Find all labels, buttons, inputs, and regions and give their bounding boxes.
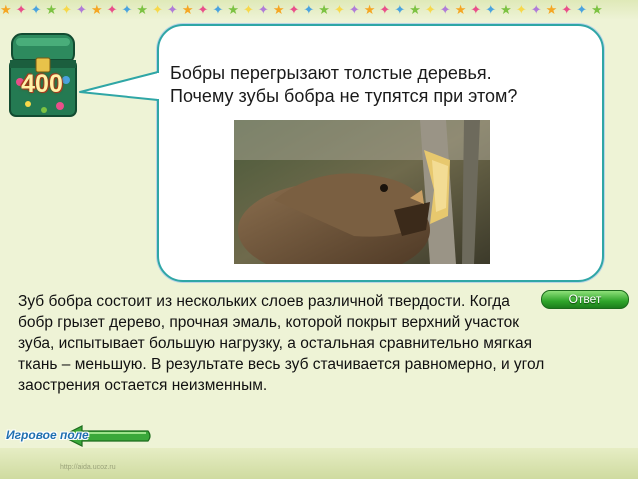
star-decoration-icon: ✦ xyxy=(439,2,455,17)
star-decoration-icon: ★ xyxy=(409,2,425,17)
star-decoration-icon: ✦ xyxy=(515,2,531,17)
source-url: http://aida.ucoz.ru xyxy=(60,464,116,471)
star-decoration-icon: ✦ xyxy=(348,2,364,17)
star-decoration-icon: ★ xyxy=(591,2,607,17)
star-decoration-icon: ✦ xyxy=(303,2,319,17)
game-board-link[interactable]: Игровое поле xyxy=(6,428,89,442)
star-decoration-icon: ✦ xyxy=(15,2,31,17)
star-decoration-icon: ✦ xyxy=(106,2,122,17)
star-decoration-icon: ✦ xyxy=(530,2,546,17)
star-decoration-icon: ✦ xyxy=(470,2,486,17)
star-decoration-icon: ★ xyxy=(272,2,289,17)
star-decoration-icon: ★ xyxy=(227,2,243,17)
score-value[interactable]: 400 xyxy=(10,70,74,99)
star-decoration-icon: ✦ xyxy=(485,2,501,17)
star-decoration-icon: ✦ xyxy=(561,2,577,17)
star-decoration-icon: ✦ xyxy=(166,2,182,17)
star-decoration-icon: ✦ xyxy=(197,2,213,17)
beaver-photo xyxy=(234,120,490,264)
question-line-1: Бобры перегрызают толстые деревья. xyxy=(170,63,492,83)
star-decoration-icon: ★ xyxy=(545,2,562,17)
star-decoration-icon: ✦ xyxy=(576,2,592,17)
star-decoration-icon: ★ xyxy=(45,2,62,17)
star-decoration-icon: ★ xyxy=(363,2,380,17)
star-decoration-icon: ★ xyxy=(181,2,198,17)
star-decoration-icon: ✦ xyxy=(333,2,349,17)
star-decoration-icon: ✦ xyxy=(61,2,77,17)
star-decoration-icon: ★ xyxy=(454,2,471,17)
star-decoration-icon: ✦ xyxy=(212,2,228,17)
answer-button[interactable]: Ответ xyxy=(541,290,629,309)
star-decoration-icon: ✦ xyxy=(424,2,440,17)
star-decoration-icon: ✦ xyxy=(394,2,410,17)
question-line-2: Почему зубы бобра не тупятся при этом? xyxy=(170,86,518,106)
star-decoration-icon: ★ xyxy=(318,2,334,17)
star-decoration-icon: ✦ xyxy=(379,2,395,17)
star-decoration-icon: ✦ xyxy=(76,2,91,17)
star-decoration-icon: ★ xyxy=(136,2,153,17)
star-decoration-icon: ✦ xyxy=(121,2,137,17)
header-star-border: ★✦✦★✦✦★✦✦★✦✦★✦✦★✦✦★✦✦★✦✦★✦✦★✦✦★✦✦★✦✦★✦✦★ xyxy=(0,0,638,20)
star-decoration-icon: ✦ xyxy=(257,2,273,17)
star-decoration-icon: ★ xyxy=(500,2,516,17)
question-text: Бобры перегрызают толстые деревья. Почем… xyxy=(170,62,590,108)
star-decoration-icon: ✦ xyxy=(288,2,304,17)
star-decoration-icon: ✦ xyxy=(30,2,46,17)
star-decoration-icon: ✦ xyxy=(243,2,258,17)
star-decoration-icon: ★ xyxy=(90,2,107,17)
answer-text: Зуб бобра состоит из нескольких слоев ра… xyxy=(18,293,545,394)
star-decoration-icon: ✦ xyxy=(152,2,167,17)
star-decoration-icon: ★ xyxy=(0,2,16,17)
